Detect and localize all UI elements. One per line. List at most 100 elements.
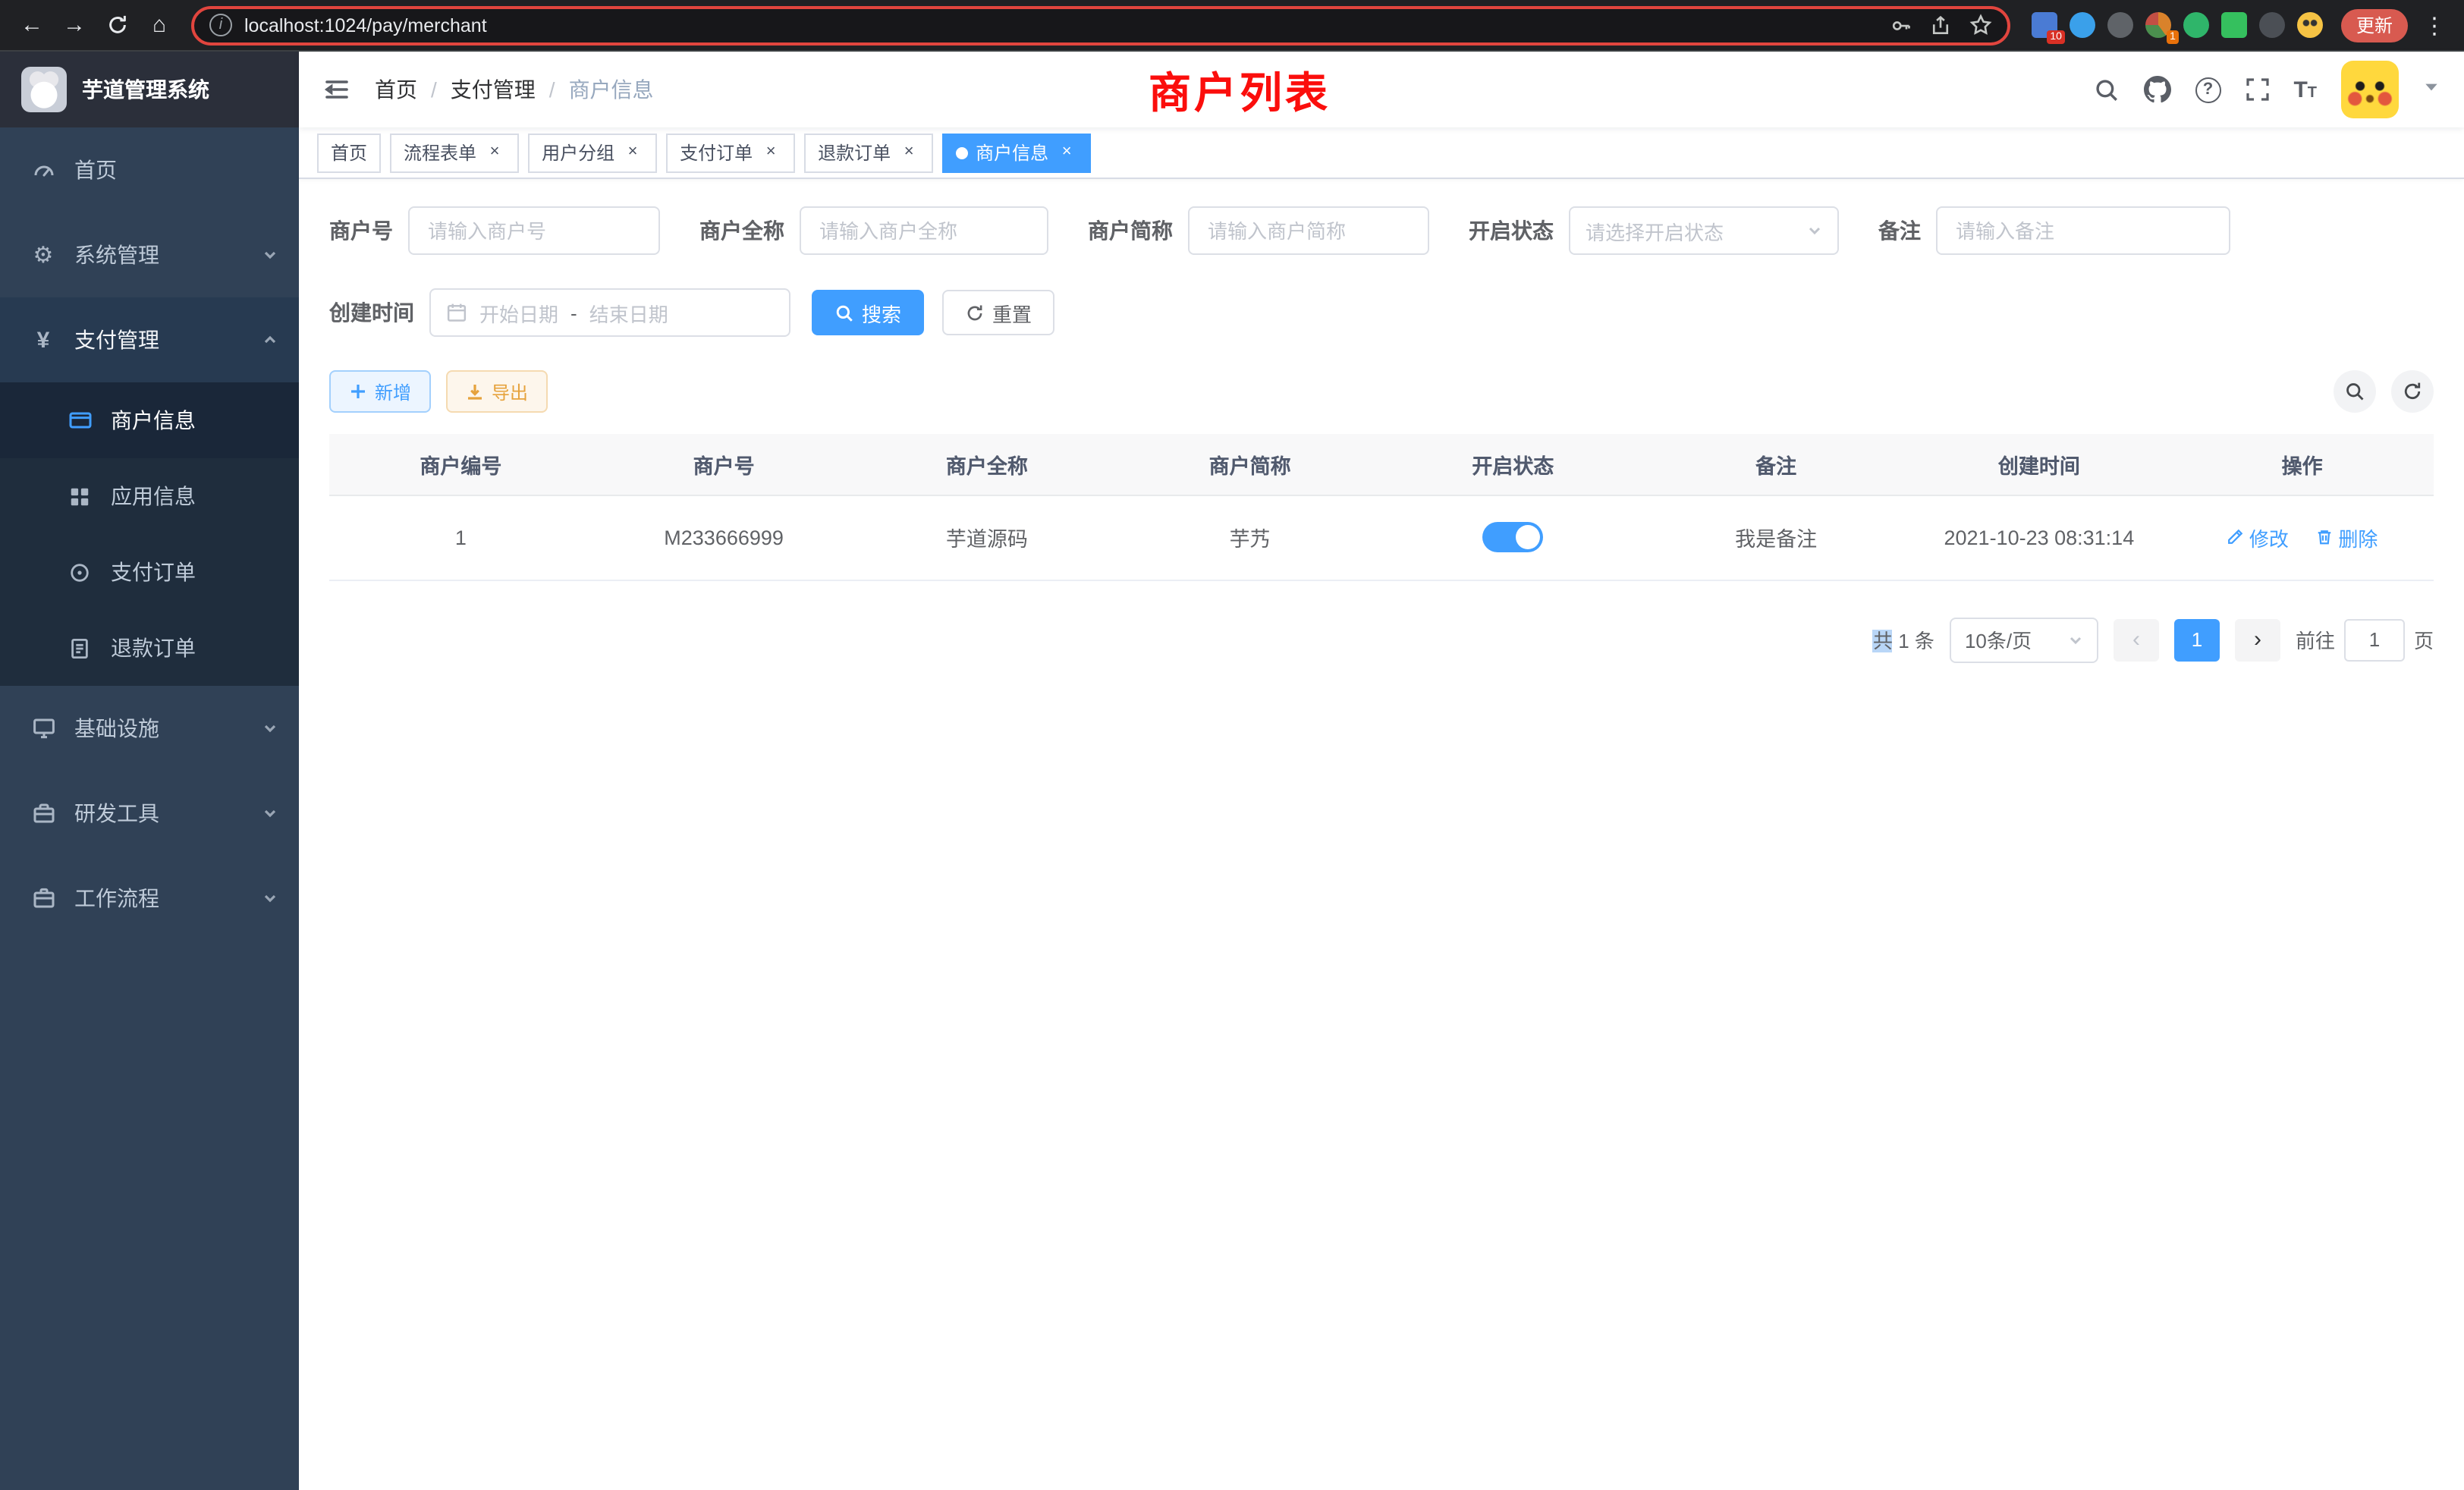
document-icon bbox=[67, 637, 93, 659]
prev-page-button[interactable]: ‹ bbox=[2114, 618, 2159, 661]
user-avatar[interactable] bbox=[2341, 61, 2399, 118]
short-name-input[interactable] bbox=[1188, 206, 1429, 255]
share-icon[interactable] bbox=[1930, 14, 1951, 36]
page-size-select[interactable]: 10条/页 bbox=[1950, 617, 2098, 662]
extension-drop-icon[interactable] bbox=[2070, 12, 2095, 38]
browser-toolbar: ← → ⌂ i localhost:1024/pay/merchant 10 bbox=[0, 0, 2464, 52]
browser-home-icon[interactable]: ⌂ bbox=[140, 5, 179, 45]
yen-icon: ¥ bbox=[30, 327, 56, 353]
page-annotation-title: 商户列表 bbox=[1149, 61, 1331, 121]
close-icon[interactable]: × bbox=[1056, 142, 1077, 163]
remark-input[interactable] bbox=[1936, 206, 2230, 255]
help-icon[interactable]: ? bbox=[2195, 77, 2220, 102]
sidebar-item-system[interactable]: ⚙ 系统管理 bbox=[0, 212, 299, 297]
cell-merchant-id: 1 bbox=[329, 495, 592, 580]
goto-page-input[interactable] bbox=[2344, 618, 2405, 661]
cell-merchant-no: M233666999 bbox=[592, 495, 856, 580]
chevron-down-icon bbox=[2068, 632, 2083, 647]
sidebar-item-refund-order[interactable]: 退款订单 bbox=[0, 610, 299, 686]
search-button[interactable]: 搜索 bbox=[812, 290, 924, 335]
close-icon[interactable]: × bbox=[622, 142, 643, 163]
close-icon[interactable]: × bbox=[760, 142, 781, 163]
sidebar: 芋道管理系统 首页 ⚙ 系统管理 ¥ 支付管理 bbox=[0, 52, 299, 1490]
sidebar-item-label: 工作流程 bbox=[74, 883, 159, 913]
add-button[interactable]: 新增 bbox=[329, 370, 431, 413]
bookmark-star-icon[interactable] bbox=[1969, 14, 1992, 36]
font-size-icon[interactable]: TT bbox=[2293, 77, 2317, 102]
address-bar[interactable]: i localhost:1024/pay/merchant bbox=[191, 5, 2010, 45]
full-name-label: 商户全称 bbox=[699, 215, 784, 246]
password-key-icon[interactable] bbox=[1890, 14, 1912, 36]
goto-label: 前往 bbox=[2296, 625, 2335, 654]
extension-emoji-icon[interactable] bbox=[2297, 12, 2323, 38]
close-icon[interactable]: × bbox=[898, 142, 919, 163]
next-page-button[interactable]: › bbox=[2235, 618, 2280, 661]
status-select[interactable]: 请选择开启状态 bbox=[1569, 206, 1839, 255]
refresh-table-icon[interactable] bbox=[2391, 370, 2434, 413]
app-logo[interactable]: 芋道管理系统 bbox=[0, 52, 299, 127]
extension-multicolor-icon[interactable]: 1 bbox=[2145, 12, 2171, 38]
browser-menu-icon[interactable]: ⋮ bbox=[2417, 11, 2452, 39]
extension-blue-icon[interactable]: 10 bbox=[2032, 12, 2057, 38]
close-icon[interactable]: × bbox=[484, 142, 505, 163]
delete-link[interactable]: 删除 bbox=[2315, 523, 2378, 552]
github-icon[interactable] bbox=[2143, 76, 2170, 103]
extension-green-circle-icon[interactable] bbox=[2183, 12, 2209, 38]
cell-short-name: 芋艿 bbox=[1118, 495, 1381, 580]
merchant-no-input[interactable] bbox=[408, 206, 660, 255]
sidebar-item-merchant-info[interactable]: 商户信息 bbox=[0, 382, 299, 458]
app-title: 芋道管理系统 bbox=[82, 74, 209, 105]
reset-button[interactable]: 重置 bbox=[942, 290, 1054, 335]
sidebar-item-app-info[interactable]: 应用信息 bbox=[0, 458, 299, 534]
chevron-up-icon bbox=[262, 332, 278, 347]
status-toggle[interactable] bbox=[1482, 522, 1543, 552]
sidebar-item-pay-order[interactable]: 支付订单 bbox=[0, 534, 299, 610]
browser-update-button[interactable]: 更新 bbox=[2341, 8, 2408, 42]
create-time-label: 创建时间 bbox=[329, 297, 414, 328]
breadcrumb-pay[interactable]: 支付管理 bbox=[451, 74, 536, 105]
tab-pay-order[interactable]: 支付订单× bbox=[666, 133, 795, 172]
extension-pin-icon[interactable] bbox=[2259, 12, 2285, 38]
extension-dark-icon[interactable] bbox=[2107, 12, 2133, 38]
fullscreen-icon[interactable] bbox=[2245, 77, 2269, 102]
toggle-search-icon[interactable] bbox=[2334, 370, 2376, 413]
export-button[interactable]: 导出 bbox=[446, 370, 548, 413]
card-icon bbox=[67, 408, 93, 432]
browser-forward-icon[interactable]: → bbox=[55, 5, 94, 45]
sidebar-item-infra[interactable]: 基础设施 bbox=[0, 686, 299, 771]
sidebar-item-workflow[interactable]: 工作流程 bbox=[0, 856, 299, 941]
page-size-value: 10条/页 bbox=[1965, 625, 2032, 654]
monitor-icon bbox=[30, 716, 56, 740]
tab-refund-order[interactable]: 退款订单× bbox=[804, 133, 933, 172]
avatar-dropdown-caret-icon[interactable] bbox=[2423, 76, 2440, 103]
chevron-down-icon bbox=[262, 806, 278, 821]
tab-merchant-info[interactable]: 商户信息× bbox=[942, 133, 1091, 172]
browser-back-icon[interactable]: ← bbox=[12, 5, 52, 45]
sidebar-item-dev-tools[interactable]: 研发工具 bbox=[0, 771, 299, 856]
calendar-icon bbox=[446, 302, 467, 323]
sidebar-item-home[interactable]: 首页 bbox=[0, 127, 299, 212]
edit-link[interactable]: 修改 bbox=[2227, 523, 2289, 552]
tab-home[interactable]: 首页 bbox=[317, 133, 381, 172]
tab-user-group[interactable]: 用户分组× bbox=[528, 133, 657, 172]
page-1-button[interactable]: 1 bbox=[2174, 618, 2220, 661]
create-time-range-picker[interactable]: 开始日期 - 结束日期 bbox=[429, 288, 790, 337]
tab-flow-form[interactable]: 流程表单× bbox=[390, 133, 519, 172]
sidebar-item-pay[interactable]: ¥ 支付管理 bbox=[0, 297, 299, 382]
goto-page: 前往 页 bbox=[2296, 618, 2434, 661]
hamburger-icon[interactable] bbox=[323, 76, 350, 103]
toolbox-icon bbox=[30, 801, 56, 825]
url-text[interactable]: localhost:1024/pay/merchant bbox=[244, 14, 487, 36]
sidebar-item-label: 研发工具 bbox=[74, 798, 159, 828]
full-name-input[interactable] bbox=[800, 206, 1048, 255]
breadcrumb-home[interactable]: 首页 bbox=[375, 74, 417, 105]
extension-green-square-icon[interactable] bbox=[2221, 12, 2247, 38]
breadcrumb-separator: / bbox=[549, 77, 555, 102]
table-toolbar: 新增 导出 bbox=[329, 370, 2434, 413]
chevron-down-icon bbox=[262, 247, 278, 262]
browser-reload-icon[interactable] bbox=[97, 5, 137, 45]
search-icon[interactable] bbox=[2093, 77, 2119, 102]
col-status: 开启状态 bbox=[1381, 434, 1645, 495]
plus-icon bbox=[349, 382, 367, 401]
site-info-icon[interactable]: i bbox=[209, 14, 232, 36]
